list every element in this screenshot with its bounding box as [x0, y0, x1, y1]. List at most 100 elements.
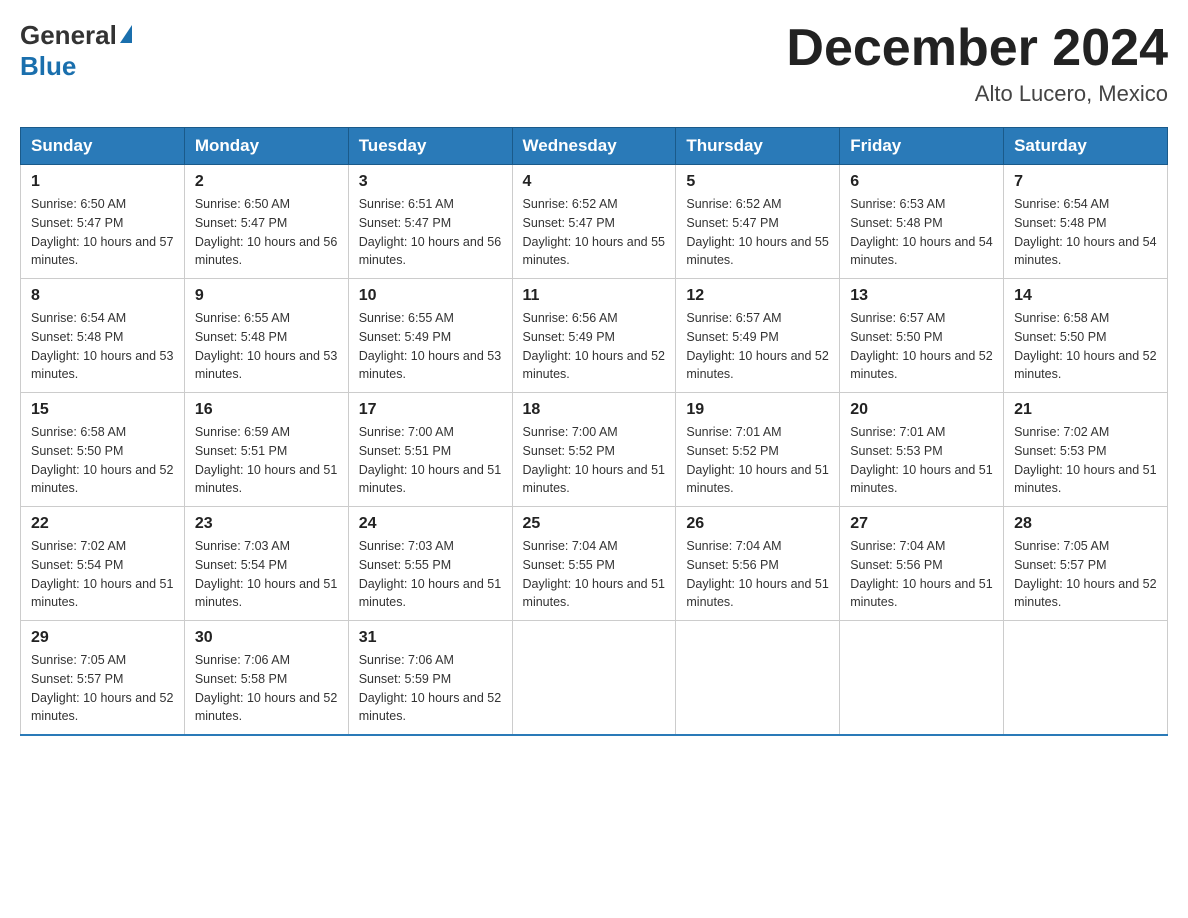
- calendar-table: SundayMondayTuesdayWednesdayThursdayFrid…: [20, 127, 1168, 736]
- day-cell: 20 Sunrise: 7:01 AMSunset: 5:53 PMDayligh…: [840, 393, 1004, 507]
- title-block: December 2024 Alto Lucero, Mexico: [786, 20, 1168, 107]
- day-cell: 21 Sunrise: 7:02 AMSunset: 5:53 PMDayligh…: [1004, 393, 1168, 507]
- day-info: Sunrise: 6:53 AMSunset: 5:48 PMDaylight:…: [850, 197, 992, 267]
- day-info: Sunrise: 6:55 AMSunset: 5:48 PMDaylight:…: [195, 311, 337, 381]
- day-number: 29: [31, 629, 174, 647]
- day-number: 23: [195, 515, 338, 533]
- day-info: Sunrise: 7:04 AMSunset: 5:56 PMDaylight:…: [686, 539, 828, 609]
- day-number: 14: [1014, 287, 1157, 305]
- day-info: Sunrise: 7:01 AMSunset: 5:52 PMDaylight:…: [686, 425, 828, 495]
- header-friday: Friday: [840, 128, 1004, 165]
- day-info: Sunrise: 7:05 AMSunset: 5:57 PMDaylight:…: [1014, 539, 1156, 609]
- day-number: 18: [523, 401, 666, 419]
- day-number: 19: [686, 401, 829, 419]
- logo-arrow-icon: [120, 25, 132, 43]
- day-number: 30: [195, 629, 338, 647]
- day-cell: 11 Sunrise: 6:56 AMSunset: 5:49 PMDayligh…: [512, 279, 676, 393]
- day-number: 17: [359, 401, 502, 419]
- day-cell: [1004, 621, 1168, 736]
- day-info: Sunrise: 7:03 AMSunset: 5:55 PMDaylight:…: [359, 539, 501, 609]
- day-cell: 22Sunrise: 7:02 AMSunset: 5:54 PMDayligh…: [21, 507, 185, 621]
- day-number: 11: [523, 287, 666, 305]
- day-cell: 19 Sunrise: 7:01 AMSunset: 5:52 PMDayligh…: [676, 393, 840, 507]
- day-cell: 31 Sunrise: 7:06 AMSunset: 5:59 PMDayligh…: [348, 621, 512, 736]
- day-cell: 7 Sunrise: 6:54 AMSunset: 5:48 PMDaylight…: [1004, 165, 1168, 279]
- day-cell: 2 Sunrise: 6:50 AMSunset: 5:47 PMDaylight…: [184, 165, 348, 279]
- header-monday: Monday: [184, 128, 348, 165]
- day-info: Sunrise: 7:04 AMSunset: 5:55 PMDaylight:…: [523, 539, 665, 609]
- day-number: 31: [359, 629, 502, 647]
- day-cell: 27Sunrise: 7:04 AMSunset: 5:56 PMDayligh…: [840, 507, 1004, 621]
- day-number: 8: [31, 287, 174, 305]
- day-info: Sunrise: 7:06 AMSunset: 5:58 PMDaylight:…: [195, 653, 337, 723]
- day-cell: 25 Sunrise: 7:04 AMSunset: 5:55 PMDayligh…: [512, 507, 676, 621]
- day-info: Sunrise: 6:50 AMSunset: 5:47 PMDaylight:…: [195, 197, 337, 267]
- day-info: Sunrise: 6:58 AMSunset: 5:50 PMDaylight:…: [1014, 311, 1156, 381]
- day-info: Sunrise: 6:54 AMSunset: 5:48 PMDaylight:…: [1014, 197, 1156, 267]
- day-cell: 12 Sunrise: 6:57 AMSunset: 5:49 PMDayligh…: [676, 279, 840, 393]
- day-info: Sunrise: 6:59 AMSunset: 5:51 PMDaylight:…: [195, 425, 337, 495]
- day-cell: 28 Sunrise: 7:05 AMSunset: 5:57 PMDayligh…: [1004, 507, 1168, 621]
- calendar-body: 1 Sunrise: 6:50 AMSunset: 5:47 PMDaylight…: [21, 165, 1168, 736]
- day-info: Sunrise: 6:58 AMSunset: 5:50 PMDaylight:…: [31, 425, 173, 495]
- day-number: 25: [523, 515, 666, 533]
- day-number: 2: [195, 173, 338, 191]
- day-number: 16: [195, 401, 338, 419]
- day-info: Sunrise: 6:50 AMSunset: 5:47 PMDaylight:…: [31, 197, 173, 267]
- day-info: Sunrise: 6:57 AMSunset: 5:50 PMDaylight:…: [850, 311, 992, 381]
- day-info: Sunrise: 7:01 AMSunset: 5:53 PMDaylight:…: [850, 425, 992, 495]
- day-cell: [676, 621, 840, 736]
- day-number: 7: [1014, 173, 1157, 191]
- day-info: Sunrise: 6:51 AMSunset: 5:47 PMDaylight:…: [359, 197, 501, 267]
- week-row-1: 1 Sunrise: 6:50 AMSunset: 5:47 PMDaylight…: [21, 165, 1168, 279]
- day-cell: 29 Sunrise: 7:05 AMSunset: 5:57 PMDayligh…: [21, 621, 185, 736]
- day-cell: 9Sunrise: 6:55 AMSunset: 5:48 PMDaylight…: [184, 279, 348, 393]
- day-cell: [512, 621, 676, 736]
- day-info: Sunrise: 7:02 AMSunset: 5:53 PMDaylight:…: [1014, 425, 1156, 495]
- day-cell: 13 Sunrise: 6:57 AMSunset: 5:50 PMDayligh…: [840, 279, 1004, 393]
- day-info: Sunrise: 7:05 AMSunset: 5:57 PMDaylight:…: [31, 653, 173, 723]
- day-number: 10: [359, 287, 502, 305]
- day-cell: 24 Sunrise: 7:03 AMSunset: 5:55 PMDayligh…: [348, 507, 512, 621]
- week-row-4: 22Sunrise: 7:02 AMSunset: 5:54 PMDayligh…: [21, 507, 1168, 621]
- day-cell: [840, 621, 1004, 736]
- week-row-2: 8 Sunrise: 6:54 AMSunset: 5:48 PMDaylight…: [21, 279, 1168, 393]
- day-info: Sunrise: 7:00 AMSunset: 5:52 PMDaylight:…: [523, 425, 665, 495]
- day-info: Sunrise: 6:52 AMSunset: 5:47 PMDaylight:…: [686, 197, 828, 267]
- day-info: Sunrise: 6:57 AMSunset: 5:49 PMDaylight:…: [686, 311, 828, 381]
- day-number: 1: [31, 173, 174, 191]
- day-cell: 15 Sunrise: 6:58 AMSunset: 5:50 PMDayligh…: [21, 393, 185, 507]
- week-row-5: 29 Sunrise: 7:05 AMSunset: 5:57 PMDayligh…: [21, 621, 1168, 736]
- day-cell: 3 Sunrise: 6:51 AMSunset: 5:47 PMDaylight…: [348, 165, 512, 279]
- calendar-header: SundayMondayTuesdayWednesdayThursdayFrid…: [21, 128, 1168, 165]
- day-number: 6: [850, 173, 993, 191]
- day-number: 26: [686, 515, 829, 533]
- day-number: 5: [686, 173, 829, 191]
- day-cell: 8 Sunrise: 6:54 AMSunset: 5:48 PMDaylight…: [21, 279, 185, 393]
- day-info: Sunrise: 7:02 AMSunset: 5:54 PMDaylight:…: [31, 539, 173, 609]
- day-cell: 14 Sunrise: 6:58 AMSunset: 5:50 PMDayligh…: [1004, 279, 1168, 393]
- day-info: Sunrise: 7:06 AMSunset: 5:59 PMDaylight:…: [359, 653, 501, 723]
- header-thursday: Thursday: [676, 128, 840, 165]
- day-info: Sunrise: 7:04 AMSunset: 5:56 PMDaylight:…: [850, 539, 992, 609]
- logo-blue: Blue: [20, 51, 76, 81]
- logo: General Blue: [20, 20, 132, 82]
- day-number: 3: [359, 173, 502, 191]
- day-number: 12: [686, 287, 829, 305]
- header-saturday: Saturday: [1004, 128, 1168, 165]
- day-number: 4: [523, 173, 666, 191]
- day-info: Sunrise: 6:55 AMSunset: 5:49 PMDaylight:…: [359, 311, 501, 381]
- day-number: 28: [1014, 515, 1157, 533]
- day-cell: 17Sunrise: 7:00 AMSunset: 5:51 PMDayligh…: [348, 393, 512, 507]
- header-tuesday: Tuesday: [348, 128, 512, 165]
- day-info: Sunrise: 6:56 AMSunset: 5:49 PMDaylight:…: [523, 311, 665, 381]
- day-info: Sunrise: 6:54 AMSunset: 5:48 PMDaylight:…: [31, 311, 173, 381]
- day-number: 21: [1014, 401, 1157, 419]
- day-cell: 26 Sunrise: 7:04 AMSunset: 5:56 PMDayligh…: [676, 507, 840, 621]
- day-number: 24: [359, 515, 502, 533]
- day-number: 13: [850, 287, 993, 305]
- day-number: 20: [850, 401, 993, 419]
- day-number: 15: [31, 401, 174, 419]
- day-info: Sunrise: 6:52 AMSunset: 5:47 PMDaylight:…: [523, 197, 665, 267]
- calendar-subtitle: Alto Lucero, Mexico: [786, 81, 1168, 107]
